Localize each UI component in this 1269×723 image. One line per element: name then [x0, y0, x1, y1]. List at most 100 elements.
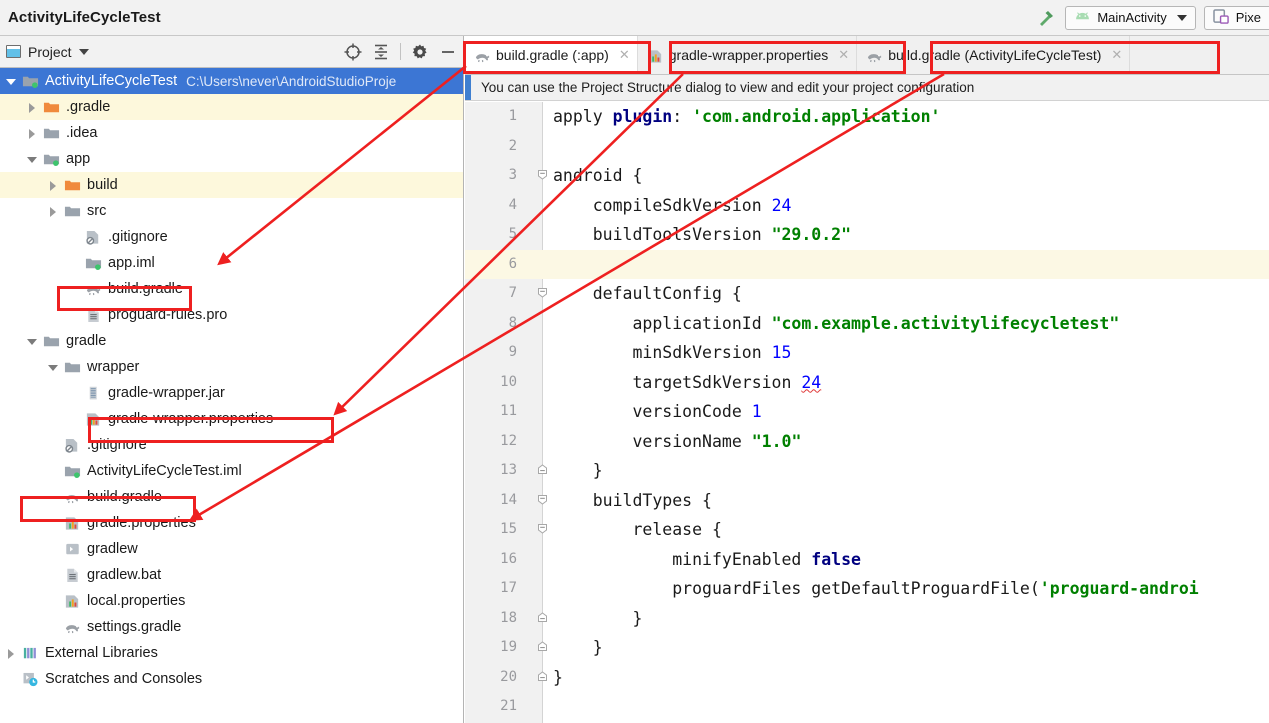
- tree-row[interactable]: ActivityLifeCycleTest.iml: [0, 458, 463, 484]
- jar-icon: [85, 385, 102, 401]
- fold-end-icon[interactable]: [537, 456, 551, 486]
- fold-collapse-icon[interactable]: [537, 279, 551, 309]
- line-number: 20: [500, 668, 517, 685]
- code-line[interactable]: 3 android {: [465, 161, 1269, 191]
- code-line[interactable]: 16 minifyEnabled false: [465, 545, 1269, 575]
- code-line[interactable]: 1 apply plugin: 'com.android.application': [465, 102, 1269, 132]
- editor-tab-bar[interactable]: build.gradle (:app) ✕ gradle-wrapper.prop…: [465, 36, 1269, 75]
- tree-row-label: build.gradle: [108, 281, 183, 297]
- gear-icon[interactable]: [411, 43, 429, 61]
- code-line[interactable]: 11 versionCode 1: [465, 397, 1269, 427]
- code-line[interactable]: 15 release {: [465, 515, 1269, 545]
- tree-row[interactable]: .gitignore: [0, 224, 463, 250]
- chevron-down-icon[interactable]: [27, 336, 38, 347]
- tree-row[interactable]: gradle-wrapper.properties: [0, 406, 463, 432]
- code-line[interactable]: 21: [465, 692, 1269, 722]
- device-selector[interactable]: Pixe: [1203, 5, 1269, 30]
- run-configuration-selector[interactable]: MainActivity: [1065, 5, 1196, 30]
- close-icon[interactable]: ✕: [1111, 47, 1122, 63]
- tree-arrow-spacer: [48, 466, 59, 477]
- tree-row[interactable]: build.gradle: [0, 276, 463, 302]
- properties-icon: [64, 593, 81, 609]
- line-number: 2: [508, 137, 517, 154]
- tree-row[interactable]: .idea: [0, 120, 463, 146]
- close-icon[interactable]: ✕: [619, 47, 630, 63]
- close-icon[interactable]: ✕: [838, 47, 849, 63]
- code-line[interactable]: 9 minSdkVersion 15: [465, 338, 1269, 368]
- line-number: 13: [500, 462, 517, 478]
- fold-end-icon[interactable]: [537, 604, 551, 634]
- fold-collapse-icon[interactable]: [537, 486, 551, 516]
- tree-row[interactable]: .gradle: [0, 94, 463, 120]
- tree-row[interactable]: gradle: [0, 328, 463, 354]
- tree-row[interactable]: settings.gradle: [0, 614, 463, 640]
- chevron-right-icon[interactable]: [6, 648, 17, 659]
- code-line[interactable]: 14 buildTypes {: [465, 486, 1269, 516]
- line-number: 21: [500, 698, 517, 714]
- tree-row[interactable]: build: [0, 172, 463, 198]
- tree-row[interactable]: proguard-rules.pro: [0, 302, 463, 328]
- tree-row[interactable]: External Libraries: [0, 640, 463, 666]
- code-line[interactable]: 17 proguardFiles getDefaultProguardFile(…: [465, 574, 1269, 604]
- text-file-icon: [85, 307, 102, 323]
- code-text: }: [592, 638, 603, 657]
- chevron-down-icon[interactable]: [78, 48, 89, 55]
- tree-row[interactable]: gradle.properties: [0, 510, 463, 536]
- line-number: 6: [508, 255, 517, 272]
- fold-end-icon[interactable]: [537, 633, 551, 663]
- tree-row[interactable]: app: [0, 146, 463, 172]
- code-line[interactable]: 4 compileSdkVersion 24: [465, 191, 1269, 221]
- code-editor[interactable]: 1 apply plugin: 'com.android.application'…: [465, 102, 1269, 723]
- tree-row[interactable]: src: [0, 198, 463, 224]
- code-line[interactable]: 19 }: [465, 633, 1269, 663]
- page-title: ActivityLifeCycleTest: [8, 9, 161, 26]
- chevron-down-icon[interactable]: [48, 362, 59, 373]
- tree-row[interactable]: gradlew: [0, 536, 463, 562]
- tree-arrow-spacer: [48, 518, 59, 529]
- collapse-all-icon[interactable]: [372, 43, 390, 61]
- module-folder-icon: [43, 151, 60, 167]
- code-lines[interactable]: 1 apply plugin: 'com.android.application'…: [465, 102, 1269, 722]
- code-line[interactable]: 13 }: [465, 456, 1269, 486]
- hammer-icon[interactable]: [1035, 7, 1057, 29]
- code-line[interactable]: 12 versionName "1.0": [465, 427, 1269, 457]
- code-line[interactable]: 8 applicationId "com.example.activitylif…: [465, 309, 1269, 339]
- toolbar-divider: [400, 43, 401, 60]
- editor-tab[interactable]: gradle-wrapper.properties ✕: [638, 36, 858, 74]
- fold-end-icon[interactable]: [537, 663, 551, 693]
- chevron-right-icon[interactable]: [27, 102, 38, 113]
- tree-row[interactable]: wrapper: [0, 354, 463, 380]
- tree-row[interactable]: gradle-wrapper.jar: [0, 380, 463, 406]
- tree-arrow-spacer: [69, 232, 80, 243]
- editor-tab[interactable]: build.gradle (:app) ✕: [465, 36, 638, 74]
- code-line[interactable]: 5 buildToolsVersion "29.0.2": [465, 220, 1269, 250]
- code-line[interactable]: 20}: [465, 663, 1269, 693]
- chevron-down-icon[interactable]: [6, 76, 17, 87]
- chevron-right-icon[interactable]: [48, 206, 59, 217]
- tree-row[interactable]: local.properties: [0, 588, 463, 614]
- tree-row[interactable]: gradlew.bat: [0, 562, 463, 588]
- code-line[interactable]: 2: [465, 132, 1269, 162]
- fold-collapse-icon[interactable]: [537, 515, 551, 545]
- orange-folder-icon: [43, 99, 60, 115]
- minimize-icon[interactable]: [439, 43, 457, 61]
- editor-tab[interactable]: build.gradle (ActivityLifeCycleTest) ✕: [857, 36, 1131, 74]
- chevron-down-icon[interactable]: [1176, 14, 1187, 21]
- tree-row[interactable]: Scratches and Consoles: [0, 666, 463, 692]
- tree-row[interactable]: .gitignore: [0, 432, 463, 458]
- chevron-down-icon[interactable]: [27, 154, 38, 165]
- chevron-right-icon[interactable]: [48, 180, 59, 191]
- code-line[interactable]: 10 targetSdkVersion 24: [465, 368, 1269, 398]
- chevron-right-icon[interactable]: [27, 128, 38, 139]
- tree-row[interactable]: build.gradle: [0, 484, 463, 510]
- project-view-selector[interactable]: Project: [6, 44, 89, 60]
- fold-collapse-icon[interactable]: [537, 161, 551, 191]
- locate-icon[interactable]: [344, 43, 362, 61]
- code-line[interactable]: 18 }: [465, 604, 1269, 634]
- tree-row[interactable]: ActivityLifeCycleTest C:\Users\never\Andr…: [0, 68, 463, 94]
- code-line[interactable]: 7 defaultConfig {: [465, 279, 1269, 309]
- code-line[interactable]: 6: [465, 249, 1269, 280]
- project-tree[interactable]: ActivityLifeCycleTest C:\Users\never\Andr…: [0, 68, 463, 723]
- tree-row[interactable]: app.iml: [0, 250, 463, 276]
